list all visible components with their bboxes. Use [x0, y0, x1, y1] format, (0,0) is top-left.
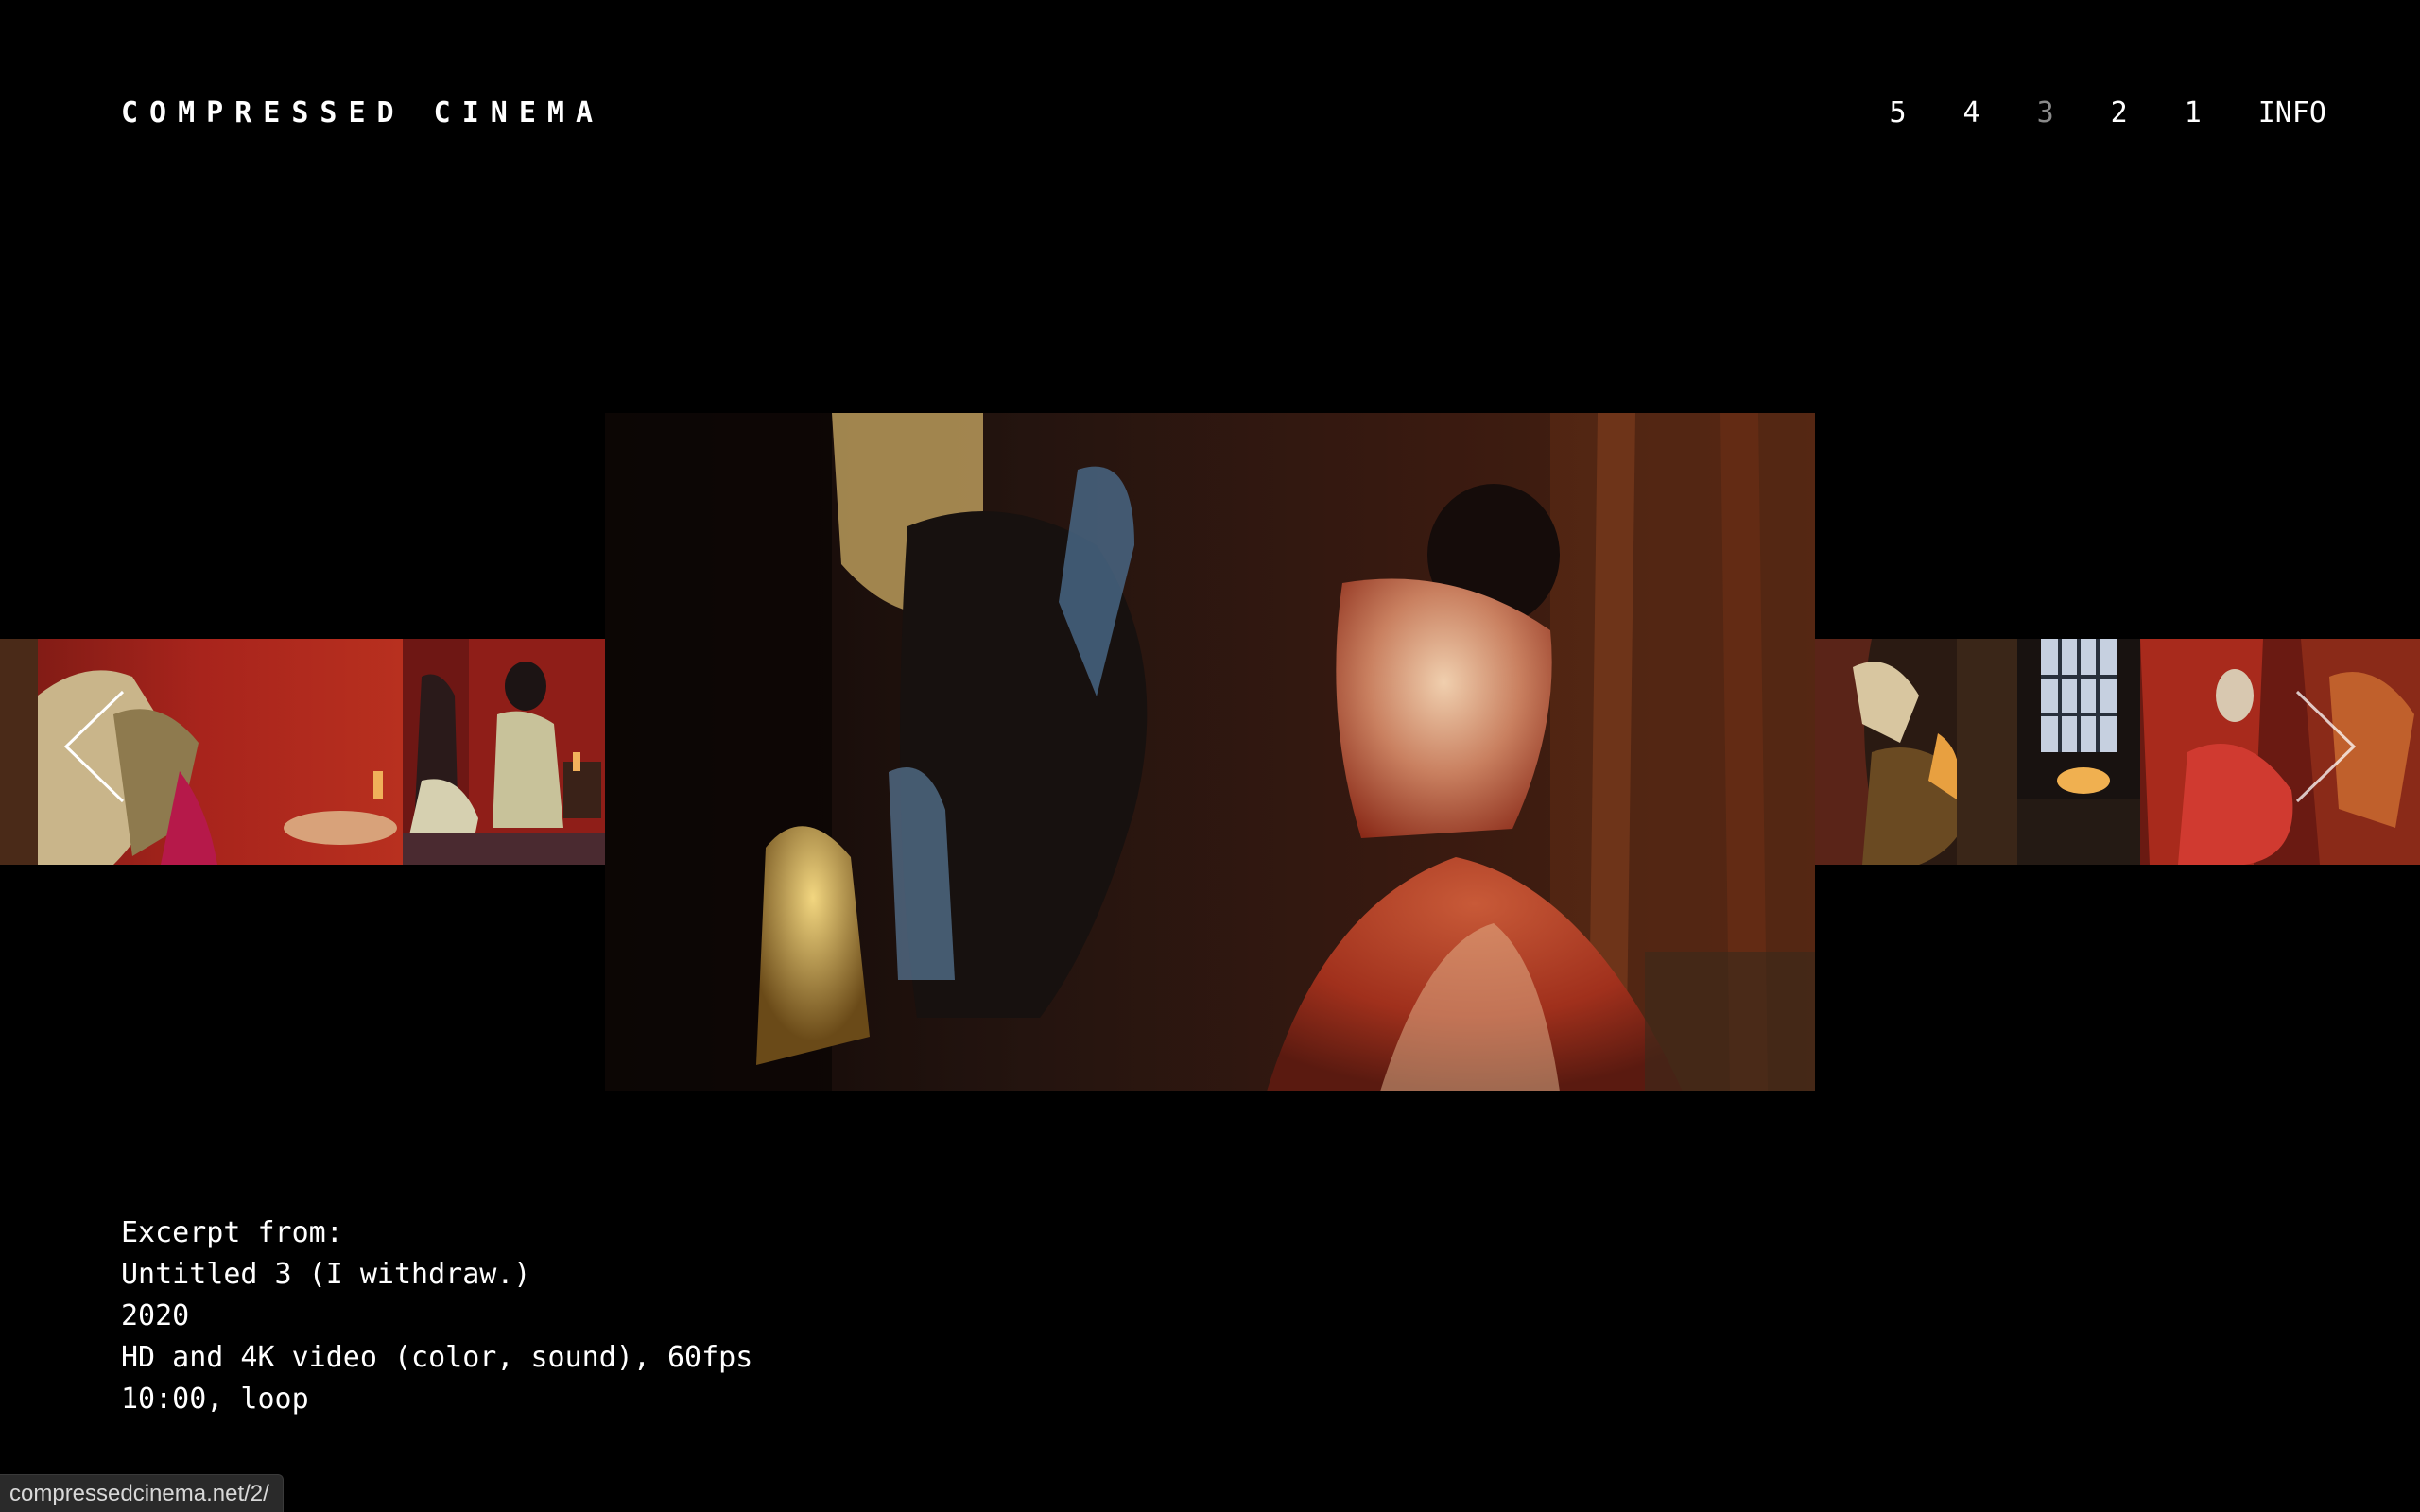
thumbnail-next-1[interactable]	[1815, 639, 2017, 865]
dancing-figures-frame	[605, 413, 1815, 1091]
nav-item-1[interactable]: 1	[2185, 96, 2202, 130]
caption-excerpt-label: Excerpt from:	[121, 1216, 343, 1249]
page: COMPRESSED CINEMA 5 4 3 2 1 INFO Excerpt…	[0, 0, 2420, 1512]
thumbnail-next-2[interactable]	[2017, 639, 2420, 865]
previous-button[interactable]	[60, 688, 127, 805]
nav-item-3[interactable]: 3	[2037, 96, 2054, 130]
nav-item-5[interactable]: 5	[1889, 96, 1906, 130]
caption-medium: HD and 4K video (color, sound), 60fps	[121, 1341, 753, 1374]
main-video-frame[interactable]	[605, 413, 1815, 1091]
thumbnail-prev-1[interactable]	[403, 639, 605, 865]
video-caption: Excerpt from: Untitled 3 (I withdraw.) 2…	[121, 1212, 752, 1420]
next-button[interactable]	[2293, 688, 2360, 805]
dark-figure-frame	[1815, 639, 2017, 865]
nav-item-info[interactable]: INFO	[2258, 96, 2326, 130]
red-room-seated-figure-frame	[403, 639, 605, 865]
stained-glass-red-dress-frame	[2017, 639, 2420, 865]
status-bar-url: compressedcinema.net/2/	[0, 1474, 284, 1512]
caption-work-title: Untitled 3 (I withdraw.)	[121, 1258, 531, 1291]
site-title[interactable]: COMPRESSED CINEMA	[121, 96, 604, 130]
nav-item-2[interactable]: 2	[2111, 96, 2128, 130]
main-nav: 5 4 3 2 1 INFO	[1832, 96, 2326, 130]
caption-year: 2020	[121, 1299, 190, 1332]
nav-item-4[interactable]: 4	[1963, 96, 1980, 130]
chevron-left-icon	[63, 690, 125, 803]
chevron-right-icon	[2295, 690, 2357, 803]
caption-duration: 10:00, loop	[121, 1383, 309, 1416]
